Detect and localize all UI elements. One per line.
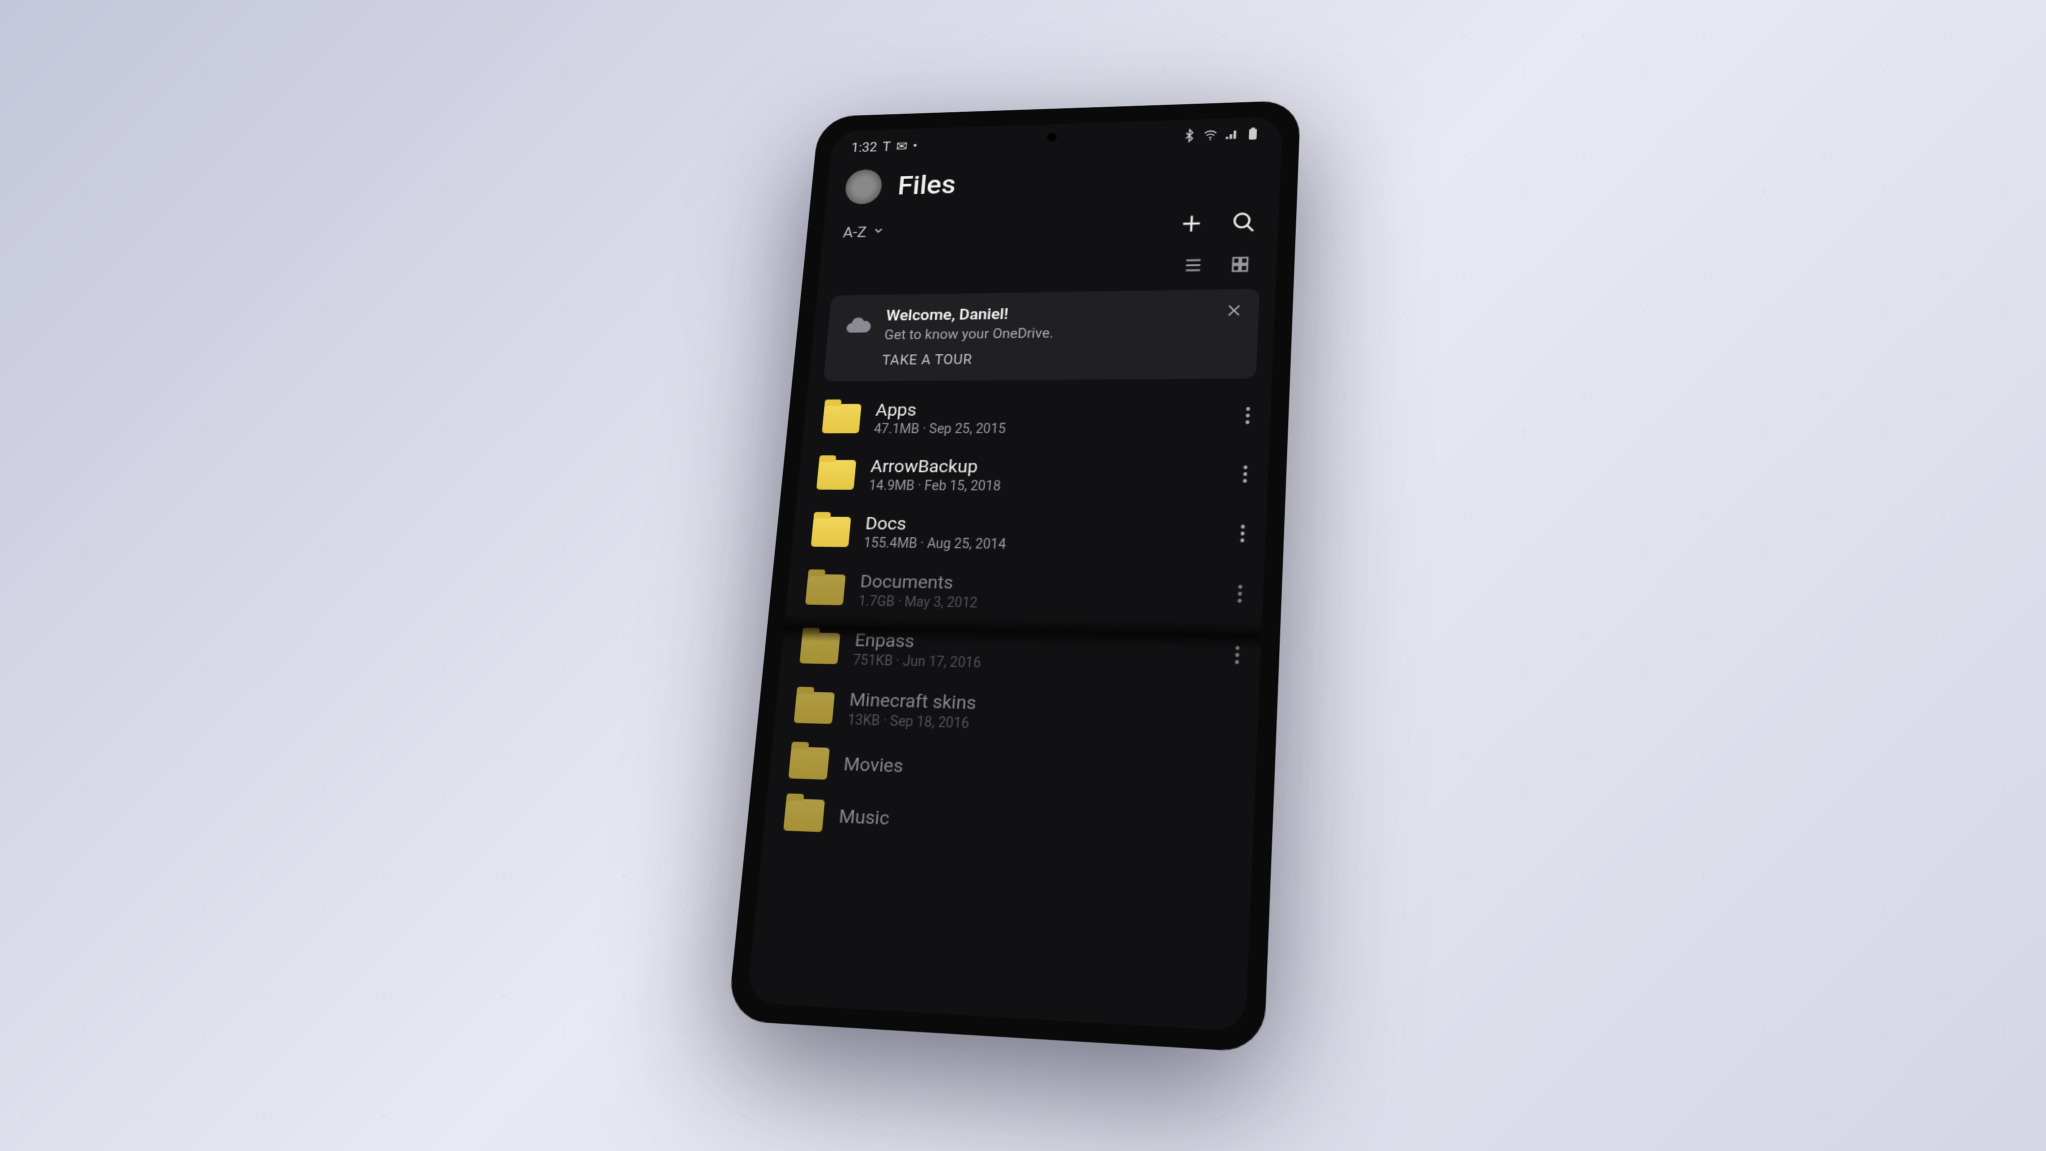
more-icon[interactable] — [1234, 644, 1240, 668]
folder-name: Music — [838, 803, 1233, 842]
add-button[interactable] — [1178, 211, 1205, 239]
folder-name: ArrowBackup — [870, 455, 1228, 477]
more-icon[interactable] — [1237, 583, 1243, 607]
status-left: 1:32 T ✉ • — [851, 138, 918, 155]
status-carrier: T — [882, 138, 891, 154]
grid-view-icon[interactable] — [1229, 254, 1252, 278]
folder-icon — [805, 573, 846, 604]
folder-info: Minecraft skins 13KB · Sep 18, 2016 — [847, 688, 1238, 740]
cloud-icon — [841, 307, 874, 343]
screen: 1:32 T ✉ • File — [747, 116, 1283, 1031]
list-view-icon[interactable] — [1182, 255, 1205, 279]
folder-info: ArrowBackup 14.9MB · Feb 15, 2018 — [868, 455, 1227, 495]
dot-icon: • — [912, 138, 918, 154]
folder-icon — [794, 691, 835, 723]
signal-icon — [1223, 126, 1239, 144]
folder-name: Docs — [865, 512, 1225, 537]
welcome-card[interactable]: Welcome, Daniel! Get to know your OneDri… — [823, 288, 1260, 381]
welcome-cta[interactable]: TAKE A TOUR — [881, 348, 1209, 367]
mail-icon: ✉ — [895, 138, 908, 154]
more-icon[interactable] — [1239, 523, 1245, 547]
folder-meta: 14.9MB · Feb 15, 2018 — [868, 478, 1226, 495]
folder-meta: 47.1MB · Sep 25, 2015 — [873, 421, 1229, 437]
welcome-subtitle: Get to know your OneDrive. — [884, 322, 1211, 342]
folder-info: Docs 155.4MB · Aug 25, 2014 — [863, 512, 1225, 555]
folder-icon — [816, 459, 856, 489]
wifi-icon — [1202, 127, 1218, 145]
list-item[interactable]: Documents 1.7GB · May 3, 2012 — [785, 559, 1264, 625]
phone-frame: 1:32 T ✉ • File — [727, 100, 1300, 1052]
search-button[interactable] — [1231, 210, 1258, 238]
list-item[interactable]: ArrowBackup 14.9MB · Feb 15, 2018 — [796, 446, 1269, 505]
status-time: 1:32 — [851, 139, 878, 155]
sort-button[interactable]: A-Z — [842, 223, 885, 241]
more-icon[interactable] — [1242, 463, 1248, 486]
folder-meta: 155.4MB · Aug 25, 2014 — [863, 535, 1223, 554]
close-icon[interactable] — [1225, 302, 1244, 323]
folder-info: Documents 1.7GB · May 3, 2012 — [858, 570, 1222, 615]
folder-icon — [811, 516, 851, 546]
folder-name: Movies — [843, 751, 1235, 787]
folder-icon — [783, 798, 825, 832]
folder-info: Apps 47.1MB · Sep 25, 2015 — [873, 397, 1230, 436]
welcome-title: Welcome, Daniel! — [885, 302, 1212, 325]
folder-name: Apps — [875, 397, 1230, 420]
folder-info: Music — [838, 803, 1233, 844]
folder-name: Documents — [859, 570, 1222, 597]
toolbar-actions — [1178, 210, 1257, 239]
folder-info: Movies — [843, 751, 1235, 789]
welcome-text: Welcome, Daniel! Get to know your OneDri… — [881, 302, 1211, 368]
chevron-down-icon — [871, 223, 885, 241]
more-icon[interactable] — [1245, 405, 1251, 428]
list-item[interactable]: Apps 47.1MB · Sep 25, 2015 — [802, 387, 1271, 445]
folder-icon — [800, 631, 841, 663]
list-item[interactable]: Enpass 751KB · Jun 17, 2016 — [779, 617, 1262, 687]
avatar[interactable] — [844, 169, 883, 204]
folder-info: Enpass 751KB · Jun 17, 2016 — [852, 628, 1219, 676]
app-title: Files — [897, 169, 957, 201]
sort-label: A-Z — [842, 223, 867, 241]
bluetooth-icon — [1181, 128, 1197, 146]
battery-icon — [1245, 126, 1261, 144]
folder-icon — [788, 746, 829, 779]
folder-list: Apps 47.1MB · Sep 25, 2015 ArrowBackup 1… — [747, 387, 1272, 1031]
folder-icon — [822, 403, 862, 432]
list-item[interactable]: Docs 155.4MB · Aug 25, 2014 — [791, 502, 1267, 565]
status-right — [1181, 126, 1261, 146]
